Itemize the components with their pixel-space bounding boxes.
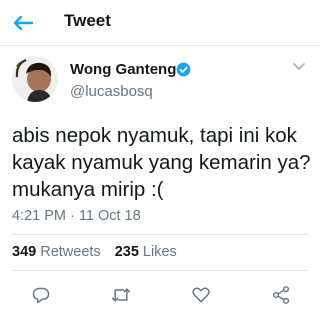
user-handle[interactable]: @lucasbosq (70, 83, 153, 100)
divider (12, 234, 308, 235)
likes-stat[interactable]: 235 Likes (115, 244, 177, 260)
retweets-stat[interactable]: 349 Retweets (12, 244, 101, 260)
like-icon (192, 287, 210, 303)
back-button[interactable] (8, 10, 38, 36)
avatar-image (12, 56, 58, 102)
retweets-label: Retweets (40, 244, 101, 260)
tweet-author: Wong Ganteng @lucasbosq (12, 56, 312, 106)
share-icon (272, 286, 290, 304)
action-bar (0, 278, 320, 312)
chevron-down-icon (293, 63, 305, 70)
likes-count: 235 (114, 244, 139, 260)
verified-badge-icon (176, 62, 191, 77)
arrow-left-icon (13, 15, 34, 31)
reply-button[interactable] (28, 282, 54, 308)
share-button[interactable] (268, 282, 294, 308)
tweet-timestamp: 4:21 PM · 11 Oct 18 (12, 208, 141, 224)
divider (12, 270, 308, 271)
engagement-stats: 349 Retweets 235 Likes (12, 244, 177, 260)
retweet-icon (111, 288, 131, 302)
display-name[interactable]: Wong Ganteng (70, 61, 176, 78)
tweet-text: abis nepok nyamuk, tapi ini kok kayak ny… (12, 124, 311, 201)
like-button[interactable] (188, 282, 214, 308)
retweet-button[interactable] (108, 282, 134, 308)
avatar[interactable] (12, 56, 58, 102)
likes-label: Likes (142, 244, 177, 260)
retweets-count: 349 (12, 244, 37, 260)
tweet-menu-button[interactable] (290, 58, 308, 76)
page-title: Tweet (64, 11, 111, 30)
top-bar: Tweet (0, 0, 320, 46)
reply-icon (32, 287, 50, 304)
